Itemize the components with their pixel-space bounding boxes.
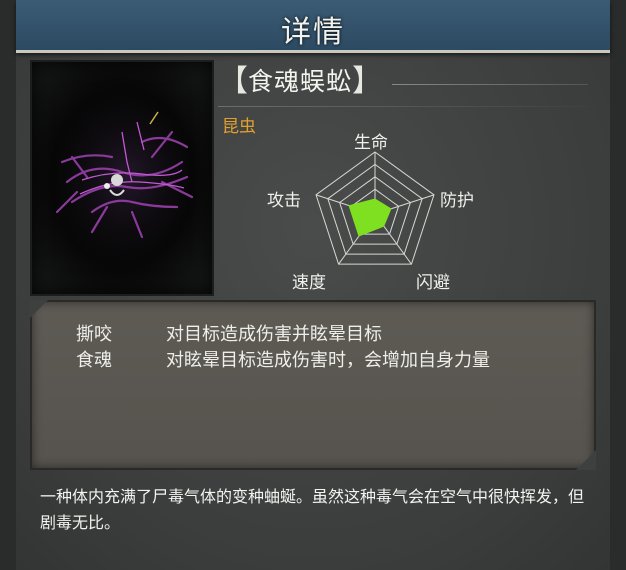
stat-radar-chart: 生命 防护 闪避 速度 攻击 — [250, 122, 500, 293]
stat-label-defense: 防护 — [440, 191, 474, 211]
name-underline — [218, 106, 588, 107]
radar-stat-area — [348, 198, 392, 237]
creature-portrait — [30, 60, 214, 296]
creature-description: 一种体内充满了尸毒气体的变种蚰蜒。虽然这种毒气会在空气中很快挥发，但剧毒无比。 — [40, 487, 585, 532]
creature-name: 食魂蜈蚣 — [248, 67, 353, 96]
page-title: 详情 — [281, 15, 345, 50]
skill-name: 撕咬 — [76, 324, 112, 345]
window-edge-left — [0, 0, 16, 570]
skill-name: 食魂 — [76, 350, 112, 371]
skill-row-2[interactable]: 食魂 对眩晕目标造成伤害时，会增加自身力量 — [76, 346, 490, 372]
stat-label-hp: 生命 — [354, 133, 388, 153]
name-bracket-right: 】 — [352, 64, 383, 99]
name-bracket-left: 【 — [218, 64, 248, 99]
header-bar: 详情 — [16, 0, 610, 53]
name-divider — [392, 84, 588, 85]
skill-row-1[interactable]: 撕咬 对目标造成伤害并眩晕目标 — [76, 320, 382, 346]
stat-label-attack: 攻击 — [267, 191, 301, 211]
window-edge-right — [610, 0, 626, 570]
skill-effect: 对眩晕目标造成伤害时，会增加自身力量 — [166, 350, 490, 371]
skill-effect: 对目标造成伤害并眩晕目标 — [166, 324, 382, 345]
skills-panel: 撕咬 对目标造成伤害并眩晕目标 食魂 对眩晕目标造成伤害时，会增加自身力量 — [30, 300, 596, 470]
centipede-icon — [47, 82, 207, 272]
stat-label-speed: 速度 — [292, 273, 326, 293]
stat-label-dodge: 闪避 — [416, 273, 450, 293]
creature-name-plate: 【 食魂蜈蚣 】 — [218, 64, 390, 100]
panel-corner-fold-bottom — [576, 450, 596, 470]
panel-corner-fold-top — [30, 300, 48, 318]
